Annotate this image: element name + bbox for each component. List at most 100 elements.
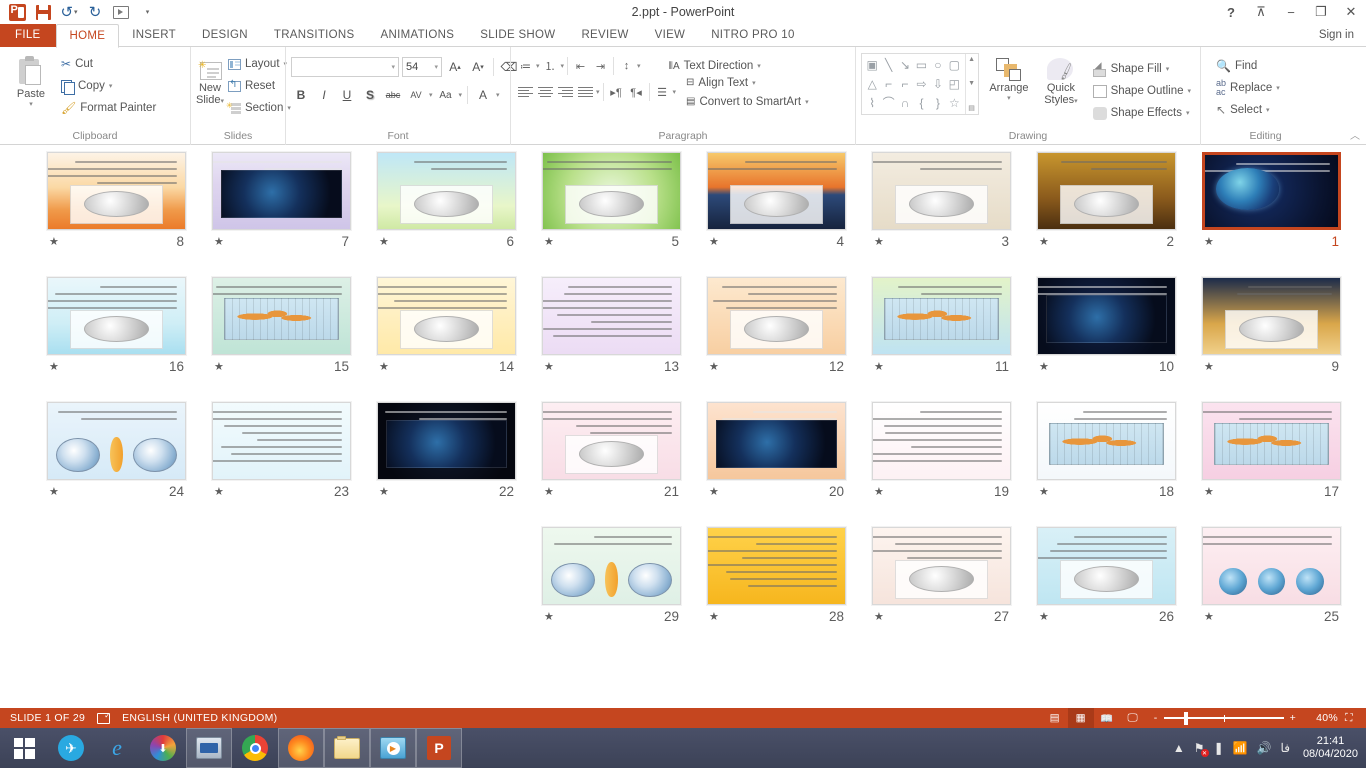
- animation-star-icon[interactable]: ★: [1204, 360, 1214, 373]
- slide-thumbnail-29[interactable]: ★29: [529, 520, 694, 645]
- help-icon[interactable]: ?: [1216, 0, 1246, 24]
- slide-thumbnail-27[interactable]: ★27: [859, 520, 1024, 645]
- animation-star-icon[interactable]: ★: [709, 235, 719, 248]
- paste-button[interactable]: Paste ▾: [5, 54, 57, 108]
- slide-thumbnail-16[interactable]: ★16: [34, 270, 199, 395]
- tab-nitro-pro[interactable]: NITRO PRO 10: [698, 24, 807, 47]
- strikethrough-button[interactable]: abc: [383, 85, 403, 105]
- slide-thumbnail-9[interactable]: ★9: [1189, 270, 1354, 395]
- shape-star-icon[interactable]: ☆: [946, 93, 962, 112]
- animation-star-icon[interactable]: ★: [874, 235, 884, 248]
- numbering-button[interactable]: ⒈: [541, 56, 560, 76]
- taskbar-firefox[interactable]: [278, 728, 324, 768]
- slide-thumbnail-frame[interactable]: [542, 152, 681, 230]
- decrease-indent-button[interactable]: ⇤: [571, 56, 590, 76]
- find-button[interactable]: 🔍 Find: [1212, 55, 1284, 77]
- slide-thumbnail-frame[interactable]: [872, 527, 1011, 605]
- slide-thumbnail-frame[interactable]: [707, 152, 846, 230]
- animation-star-icon[interactable]: ★: [49, 360, 59, 373]
- ribbon-display-options-icon[interactable]: ⊼: [1246, 0, 1276, 24]
- slide-thumbnail-frame[interactable]: [542, 527, 681, 605]
- change-case-button[interactable]: Aa: [436, 85, 456, 105]
- shape-arrow-icon[interactable]: ↘: [897, 56, 913, 75]
- align-text-button[interactable]: ⊟ Align Text▾: [682, 74, 813, 92]
- slide-thumbnail-frame[interactable]: [1037, 402, 1176, 480]
- slide-thumbnail-10[interactable]: ★10: [1024, 270, 1189, 395]
- select-button[interactable]: ↖ Select▾: [1212, 99, 1284, 121]
- shapes-gallery-scrollbar[interactable]: ▲ ▼ ▤: [965, 54, 978, 114]
- animation-star-icon[interactable]: ★: [1039, 485, 1049, 498]
- slide-thumbnail-12[interactable]: ★12: [694, 270, 859, 395]
- animation-star-icon[interactable]: ★: [544, 610, 554, 623]
- slide-thumbnail-26[interactable]: ★26: [1024, 520, 1189, 645]
- tab-animations[interactable]: ANIMATIONS: [368, 24, 468, 47]
- taskbar-internet-download-manager[interactable]: ⬇: [140, 728, 186, 768]
- animation-star-icon[interactable]: ★: [49, 485, 59, 498]
- slide-thumbnail-25[interactable]: ★25: [1189, 520, 1354, 645]
- slide-thumbnail-21[interactable]: ★21: [529, 395, 694, 520]
- align-center-button[interactable]: [536, 82, 555, 102]
- slide-thumbnail-frame[interactable]: [707, 277, 846, 355]
- slide-show-button[interactable]: 🖵: [1120, 708, 1146, 728]
- chevron-down-icon[interactable]: ▾: [391, 63, 395, 71]
- shape-rectangle-icon[interactable]: ▭: [913, 56, 929, 75]
- gallery-more-icon[interactable]: ▤: [968, 104, 975, 112]
- quick-styles-button[interactable]: 🖌 Quick Styles▾: [1039, 56, 1082, 108]
- slide-thumbnail-4[interactable]: ★4: [694, 145, 859, 270]
- font-color-button[interactable]: A: [473, 85, 493, 105]
- taskbar-internet-explorer[interactable]: e: [94, 728, 140, 768]
- text-shadow-button[interactable]: S: [360, 85, 380, 105]
- slide-thumbnail-23[interactable]: ★23: [199, 395, 364, 520]
- shape-right-brace-icon[interactable]: }: [930, 93, 946, 112]
- customize-qat-icon[interactable]: ▾: [134, 1, 160, 23]
- shape-effects-button[interactable]: Shape Effects▾: [1089, 102, 1195, 124]
- rtl-button[interactable]: ¶◂: [627, 82, 646, 102]
- network-icon[interactable]: ⚑✕: [1194, 741, 1205, 755]
- close-button[interactable]: ✕: [1336, 0, 1366, 24]
- columns-button[interactable]: ☰: [653, 82, 672, 102]
- replace-button[interactable]: abac Replace▾: [1212, 77, 1284, 99]
- sign-in-link[interactable]: Sign in: [1319, 24, 1366, 47]
- gallery-scroll-up-icon[interactable]: ▲: [968, 56, 975, 63]
- slide-sorter-view-button[interactable]: ▦: [1068, 708, 1094, 728]
- decrease-font-size-button[interactable]: A▾: [468, 57, 488, 77]
- font-size-input[interactable]: 54 ▾: [402, 57, 442, 77]
- font-name-input[interactable]: ▾: [291, 57, 399, 77]
- slide-thumbnail-frame[interactable]: [212, 402, 351, 480]
- shape-freeform-icon[interactable]: ⌇: [864, 93, 880, 112]
- shape-right-arrow-icon[interactable]: ⇨: [913, 75, 929, 94]
- slide-thumbnail-frame[interactable]: [707, 527, 846, 605]
- slide-thumbnail-2[interactable]: ★2: [1024, 145, 1189, 270]
- slide-thumbnail-14[interactable]: ★14: [364, 270, 529, 395]
- animation-star-icon[interactable]: ★: [874, 610, 884, 623]
- slide-thumbnail-8[interactable]: ★8: [34, 145, 199, 270]
- animation-star-icon[interactable]: ★: [709, 360, 719, 373]
- bullets-button[interactable]: ≔: [516, 56, 535, 76]
- shape-outline-button[interactable]: Shape Outline▾: [1089, 80, 1195, 102]
- slide-thumbnail-frame[interactable]: [707, 402, 846, 480]
- slide-thumbnail-11[interactable]: ★11: [859, 270, 1024, 395]
- chevron-down-icon[interactable]: ▾: [109, 82, 113, 90]
- taskbar-file-explorer[interactable]: [324, 728, 370, 768]
- animation-star-icon[interactable]: ★: [379, 485, 389, 498]
- language-indicator[interactable]: ENGLISH (UNITED KINGDOM): [122, 712, 277, 724]
- redo-icon[interactable]: ↻: [82, 1, 108, 23]
- slide-thumbnail-frame[interactable]: [872, 277, 1011, 355]
- start-presentation-icon[interactable]: [108, 1, 134, 23]
- new-slide-button[interactable]: ✳ New Slide▾: [196, 58, 224, 108]
- animation-star-icon[interactable]: ★: [214, 235, 224, 248]
- slide-thumbnail-5[interactable]: ★5: [529, 145, 694, 270]
- slide-thumbnail-frame[interactable]: [377, 152, 516, 230]
- slide-thumbnail-frame[interactable]: [47, 152, 186, 230]
- zoom-slider-handle[interactable]: [1184, 712, 1188, 725]
- italic-button[interactable]: I: [314, 85, 334, 105]
- animation-star-icon[interactable]: ★: [1039, 360, 1049, 373]
- shape-textbox-icon[interactable]: ▣: [864, 56, 880, 75]
- slide-thumbnail-frame[interactable]: [872, 402, 1011, 480]
- animation-star-icon[interactable]: ★: [1039, 610, 1049, 623]
- tab-view[interactable]: VIEW: [642, 24, 699, 47]
- shape-curve-icon[interactable]: ∩: [897, 93, 913, 112]
- animation-star-icon[interactable]: ★: [709, 485, 719, 498]
- powerpoint-logo-icon[interactable]: [4, 1, 30, 23]
- convert-to-smartart-button[interactable]: ▤ Convert to SmartArt▾: [682, 93, 813, 111]
